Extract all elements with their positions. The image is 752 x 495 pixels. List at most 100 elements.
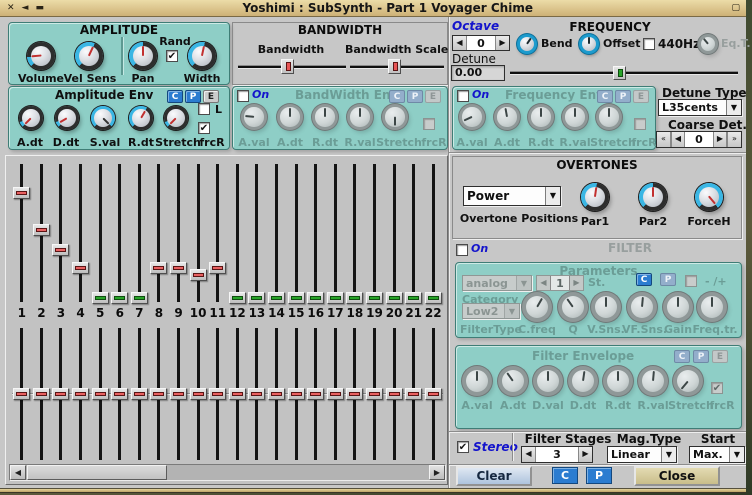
gain-knob[interactable]	[663, 292, 693, 322]
maximize-icon[interactable]: ▢	[731, 1, 740, 16]
spinner-right-icon[interactable]: ▶	[569, 276, 583, 290]
spinner-double-left-icon[interactable]: «	[657, 132, 671, 147]
width-knob[interactable]	[188, 42, 216, 70]
filter-env-edit-button[interactable]: E	[712, 350, 728, 363]
harmonic-bandwidth-slider-15[interactable]	[286, 326, 306, 462]
bw-rval-knob[interactable]	[347, 104, 373, 130]
offset-knob[interactable]	[579, 34, 599, 54]
harmonic-bandwidth-slider-5[interactable]	[90, 326, 110, 462]
440hz-checkbox[interactable]: ✔	[643, 38, 655, 50]
freq-adt-knob[interactable]	[494, 104, 520, 130]
slider-handle[interactable]	[405, 292, 422, 304]
harmonic-bandwidth-slider-19[interactable]	[365, 326, 385, 462]
slider-handle[interactable]	[248, 388, 265, 400]
bw-env-copy-button[interactable]: C	[389, 90, 405, 103]
slider-handle[interactable]	[131, 292, 148, 304]
fenv-adt-knob[interactable]	[498, 366, 528, 396]
harmonic-amplitude-slider-7[interactable]	[130, 162, 150, 304]
cfreq-knob[interactable]	[522, 292, 552, 322]
bandwidth-scale-slider[interactable]	[349, 59, 445, 74]
close-icon[interactable]: ✕	[7, 1, 15, 16]
freq-rdt-knob[interactable]	[528, 104, 554, 130]
bend-knob[interactable]	[517, 34, 537, 54]
freq-aval-knob[interactable]	[459, 104, 485, 130]
spinner-left-icon[interactable]: ◀	[453, 36, 467, 50]
titlebar[interactable]: ✕ ◄ ▬ Yoshimi : SubSynth - Part 1 Voyage…	[0, 0, 746, 17]
harmonic-amplitude-slider-1[interactable]	[12, 162, 32, 304]
slider-handle[interactable]	[229, 388, 246, 400]
spinner-left-icon[interactable]: ◀	[671, 132, 685, 147]
harmonics-scrollbar[interactable]: ◀ ▶	[9, 464, 446, 481]
slider-handle[interactable]	[209, 262, 226, 274]
slider-handle[interactable]	[386, 292, 403, 304]
clear-button[interactable]: Clear	[456, 466, 532, 486]
slider-handle[interactable]	[150, 262, 167, 274]
amp-sustain-knob[interactable]	[91, 106, 115, 130]
fenv-ddt-knob[interactable]	[568, 366, 598, 396]
filter-stages-spinner-small[interactable]: ◀ 1 ▶	[536, 275, 584, 291]
bw-env-edit-button[interactable]: E	[425, 90, 441, 103]
amp-env-copy-button[interactable]: C	[167, 90, 183, 103]
harmonic-bandwidth-slider-17[interactable]	[326, 326, 346, 462]
filter-paste-button[interactable]: P	[660, 273, 676, 286]
par1-knob[interactable]	[581, 183, 609, 211]
fenv-frcr-checkbox[interactable]: ✔	[711, 382, 723, 394]
detune-slider[interactable]	[509, 66, 739, 80]
paste-button[interactable]: P	[586, 467, 612, 484]
slider-handle[interactable]	[327, 292, 344, 304]
vel-sens-knob[interactable]	[75, 42, 103, 70]
harmonic-amplitude-slider-14[interactable]	[267, 162, 287, 304]
coarse-detune-spinner[interactable]: « ◀ 0 ▶ »	[656, 131, 742, 148]
rand-checkbox[interactable]: ✔	[166, 50, 178, 62]
bandwidth-slider[interactable]	[237, 59, 347, 74]
freq-stretch-knob[interactable]	[596, 104, 622, 130]
harmonic-amplitude-slider-10[interactable]	[188, 162, 208, 304]
slider-handle[interactable]	[405, 388, 422, 400]
harmonic-amplitude-slider-17[interactable]	[326, 162, 346, 304]
pan-knob[interactable]	[129, 42, 157, 70]
slider-handle[interactable]	[52, 244, 69, 256]
slider-handle[interactable]	[92, 388, 109, 400]
harmonic-amplitude-slider-2[interactable]	[32, 162, 52, 304]
harmonic-bandwidth-slider-21[interactable]	[404, 326, 424, 462]
harmonic-bandwidth-slider-22[interactable]	[423, 326, 443, 462]
amp-env-edit-button[interactable]: E	[203, 90, 219, 103]
amp-decay-knob[interactable]	[55, 106, 79, 130]
bandwidth-env-on-checkbox[interactable]: ✔	[237, 90, 249, 102]
linear-checkbox[interactable]: ✔	[198, 103, 210, 115]
equal-temper-knob[interactable]	[698, 34, 718, 54]
filter-category-dropdown[interactable]: analog ▼	[462, 275, 532, 291]
harmonic-bandwidth-slider-20[interactable]	[384, 326, 404, 462]
slider-handle[interactable]	[131, 388, 148, 400]
slider-handle[interactable]	[346, 388, 363, 400]
fenv-stretch-knob[interactable]	[673, 366, 703, 396]
freq-env-edit-button[interactable]: E	[633, 90, 649, 103]
amp-release-knob[interactable]	[129, 106, 153, 130]
slider-handle[interactable]	[613, 66, 626, 80]
slider-handle[interactable]	[327, 388, 344, 400]
slider-handle[interactable]	[13, 388, 30, 400]
harmonic-amplitude-slider-11[interactable]	[208, 162, 228, 304]
slider-handle[interactable]	[346, 292, 363, 304]
bw-frcr-checkbox[interactable]: ✔	[423, 118, 435, 130]
spinner-double-right-icon[interactable]: »	[727, 132, 741, 147]
filter-on-checkbox[interactable]: ✔	[456, 244, 468, 256]
harmonic-amplitude-slider-19[interactable]	[365, 162, 385, 304]
slider-handle[interactable]	[72, 388, 89, 400]
harmonic-bandwidth-slider-14[interactable]	[267, 326, 287, 462]
slider-handle[interactable]	[13, 187, 30, 199]
octave-value[interactable]: 0	[467, 36, 495, 50]
scroll-right-icon[interactable]: ▶	[429, 465, 445, 480]
slider-handle[interactable]	[170, 262, 187, 274]
filter-stages-spinner[interactable]: ◀ 3 ▶	[521, 446, 593, 463]
coarse-detune-value[interactable]: 0	[685, 132, 713, 147]
par2-knob[interactable]	[639, 183, 667, 211]
harmonic-amplitude-slider-21[interactable]	[404, 162, 424, 304]
harmonic-bandwidth-slider-16[interactable]	[306, 326, 326, 462]
slider-handle[interactable]	[388, 59, 401, 74]
bw-rdt-knob[interactable]	[312, 104, 338, 130]
bw-env-paste-button[interactable]: P	[407, 90, 423, 103]
slider-handle[interactable]	[111, 292, 128, 304]
vfsns-knob[interactable]	[627, 292, 657, 322]
filter-st-value[interactable]: 1	[551, 276, 569, 290]
